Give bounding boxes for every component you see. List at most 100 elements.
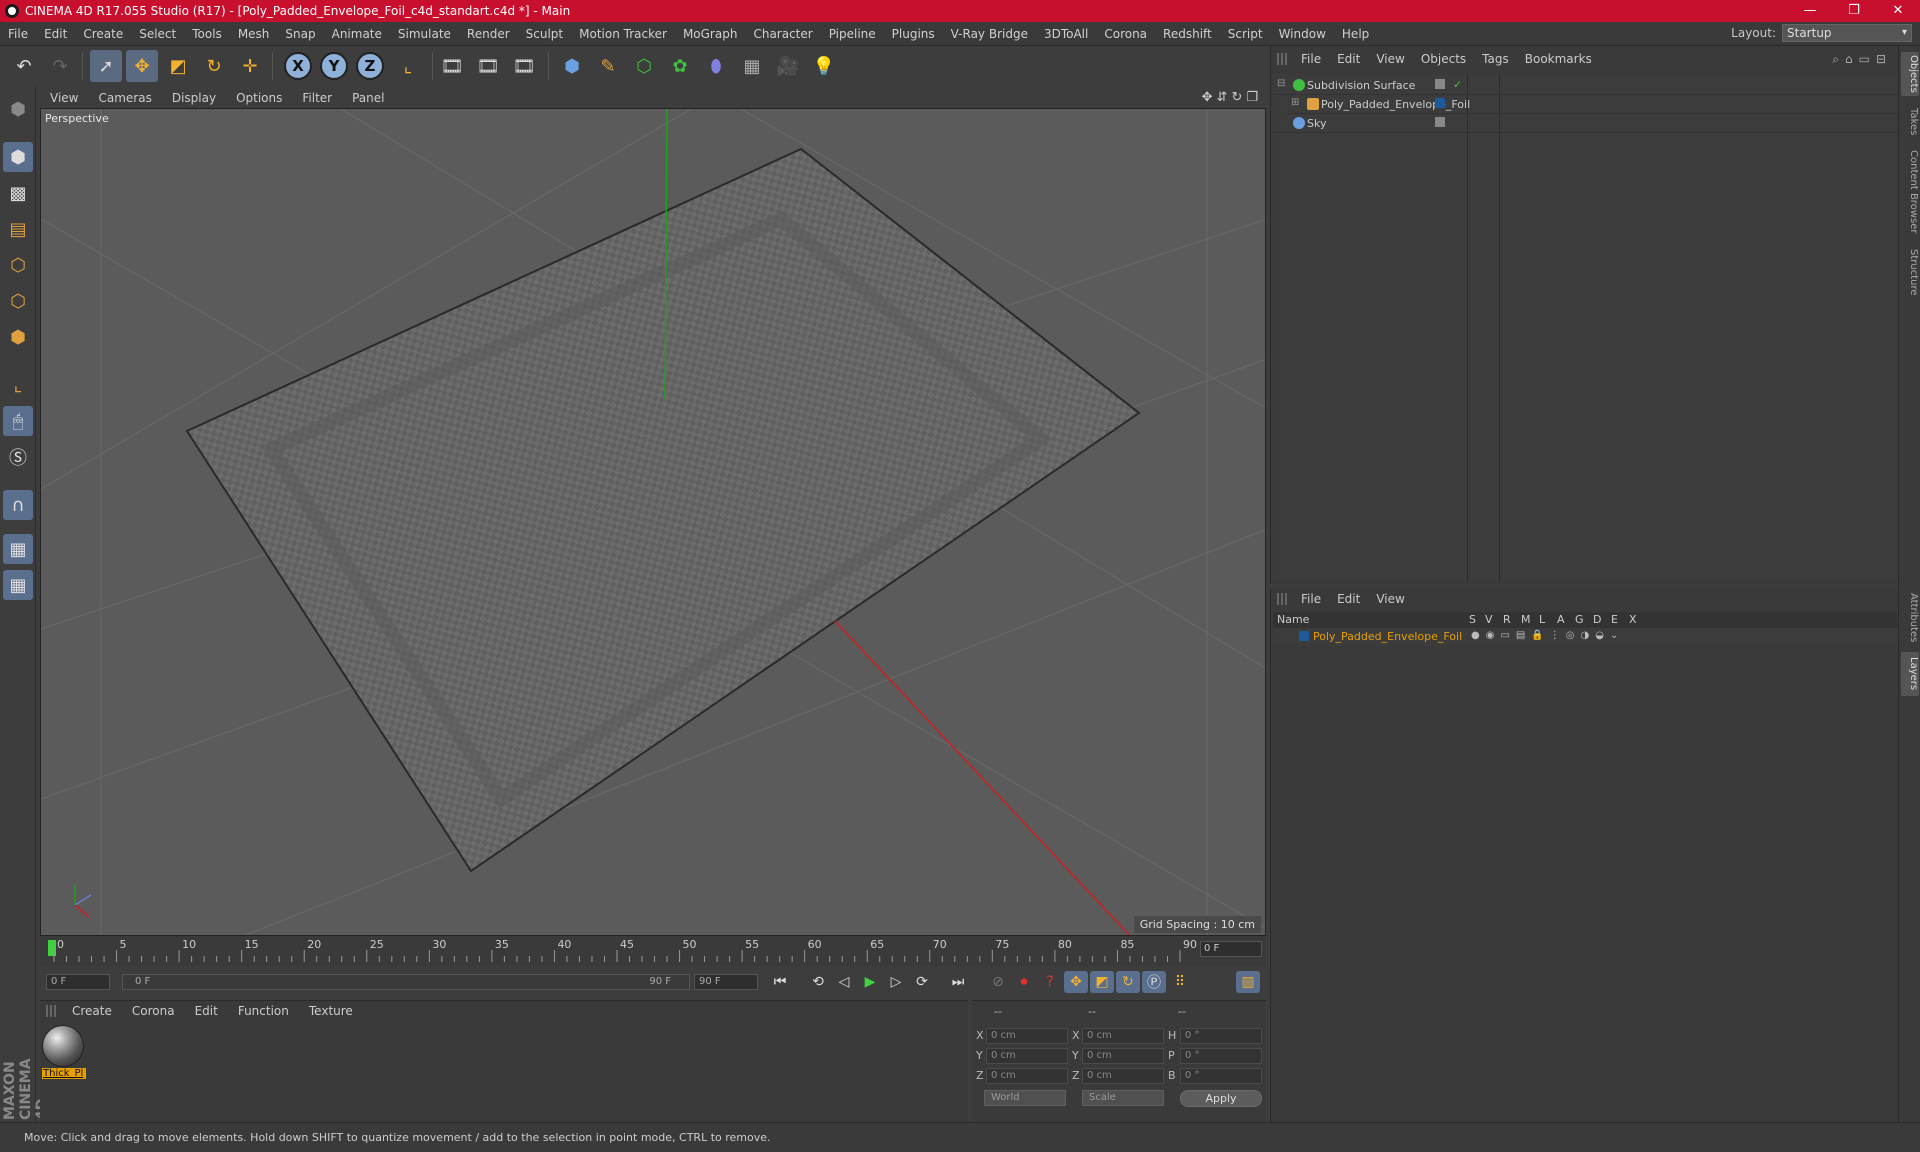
viewport-menu-cameras[interactable]: Cameras (88, 91, 161, 105)
viewport-menu-options[interactable]: Options (226, 91, 292, 105)
menu-plugins[interactable]: Plugins (884, 27, 943, 41)
rotation-h-field[interactable]: 0 ° (1180, 1028, 1262, 1044)
position-z-field[interactable]: 0 cm (986, 1068, 1068, 1084)
layer-color-icon[interactable] (1435, 98, 1445, 108)
current-frame-field[interactable]: 0 F (1200, 941, 1262, 957)
redo-icon[interactable]: ↷ (44, 50, 76, 82)
position-x-field[interactable]: 0 cm (986, 1028, 1068, 1044)
object-row-sky[interactable]: Sky (1273, 114, 1897, 133)
tab-attributes[interactable]: Attributes (1901, 590, 1919, 646)
goto-end-icon[interactable]: ⏭ (946, 971, 970, 993)
viewport-perspective[interactable]: Perspective Grid Spacing : 10 cm (40, 108, 1266, 936)
tweak-mode-icon[interactable]: 🖱 (3, 406, 33, 436)
points-mode-icon[interactable]: ⬡ (3, 250, 33, 280)
menu-create[interactable]: Create (75, 27, 131, 41)
menu-corona[interactable]: Corona (1096, 27, 1155, 41)
scale-icon[interactable]: ◩ (162, 50, 194, 82)
rotation-p-field[interactable]: 0 ° (1180, 1048, 1262, 1064)
viewport-menu-view[interactable]: View (40, 91, 88, 105)
menu-select[interactable]: Select (131, 27, 184, 41)
workplane-mode-icon[interactable]: ▤ (3, 214, 33, 244)
snapping-icon[interactable]: Ⓢ (3, 442, 33, 472)
menu-edit[interactable]: Edit (36, 27, 75, 41)
menu-help[interactable]: Help (1334, 27, 1377, 41)
axis-mode-icon[interactable]: ⌞ (3, 370, 33, 400)
object-menu-tags[interactable]: Tags (1474, 52, 1517, 66)
layer-menu-view[interactable]: View (1368, 592, 1412, 606)
subdivision-surface-icon[interactable]: ⬡ (628, 50, 660, 82)
tab-objects[interactable]: Objects (1901, 52, 1919, 96)
rotation-b-field[interactable]: 0 ° (1180, 1068, 1262, 1084)
menu-snap[interactable]: Snap (277, 27, 323, 41)
menu-motion-tracker[interactable]: Motion Tracker (571, 27, 675, 41)
keyframe-selection-icon[interactable]: ? (1038, 971, 1062, 993)
deformer-icon[interactable]: ⬮ (700, 50, 732, 82)
object-menu-edit[interactable]: Edit (1329, 52, 1368, 66)
pen-icon[interactable]: ✎ (592, 50, 624, 82)
panel-grip-icon[interactable] (1277, 593, 1289, 605)
object-row-envelope[interactable]: ⊞ Poly_Padded_Envelope_Foil (1287, 95, 1897, 114)
object-menu-view[interactable]: View (1368, 52, 1412, 66)
magnet-icon[interactable]: ∩ (3, 490, 33, 520)
key-position-icon[interactable]: ✥ (1064, 971, 1088, 993)
x-axis-lock-icon[interactable]: X (284, 52, 312, 80)
material-menu-edit[interactable]: Edit (185, 1004, 228, 1018)
layer-tag-icon[interactable] (1435, 79, 1445, 89)
collapse-icon[interactable]: ⊟ (1277, 78, 1285, 89)
workplane-lock-icon[interactable]: ▦ (3, 534, 33, 564)
y-axis-lock-icon[interactable]: Y (320, 52, 348, 80)
goto-start-icon[interactable]: ⏮ (768, 971, 792, 993)
render-picture-viewer-icon[interactable]: 🎞 (472, 50, 504, 82)
size-y-field[interactable]: 0 cm (1082, 1048, 1164, 1064)
material-menu-texture[interactable]: Texture (299, 1004, 363, 1018)
key-pla-icon[interactable]: ⠿ (1168, 971, 1192, 993)
coordinate-system-icon[interactable]: ⌞ (392, 50, 424, 82)
tab-layers[interactable]: Layers (1901, 652, 1919, 696)
object-menu-bookmarks[interactable]: Bookmarks (1517, 52, 1600, 66)
expand-icon[interactable]: ⊞ (1291, 97, 1299, 108)
polygons-mode-icon[interactable]: ⬢ (3, 322, 33, 352)
key-parameter-icon[interactable]: Ⓟ (1142, 971, 1166, 993)
live-selection-icon[interactable]: ➚ (90, 50, 122, 82)
layer-color-swatch[interactable] (1299, 631, 1309, 641)
tab-content-browser[interactable]: Content Browser (1901, 146, 1919, 238)
render-view-icon[interactable]: 🎞 (436, 50, 468, 82)
size-mode-dropdown[interactable]: Scale (1082, 1090, 1164, 1106)
layer-row[interactable]: Poly_Padded_Envelope_Foil ●◉▭▤🔒⋮◎◑◒⌄ (1273, 628, 1897, 646)
viewport-menu-filter[interactable]: Filter (292, 91, 342, 105)
coordinate-mode-dropdown[interactable]: World (984, 1090, 1066, 1106)
camera-icon[interactable]: 🎥 (772, 50, 804, 82)
timeline[interactable]: 0 5 10 15 20 25 30 35 40 45 50 55 60 65 70 75 80 85 90 0 F (40, 936, 1266, 966)
menu-3dtoall[interactable]: 3DToAll (1036, 27, 1096, 41)
menu-mesh[interactable]: Mesh (230, 27, 278, 41)
viewport-navigation-icons[interactable]: ✥⇵↻❐ (1202, 90, 1262, 105)
object-row-subdivision-surface[interactable]: ⊟ Subdivision Surface ✓ (1273, 76, 1897, 95)
floor-icon[interactable]: ▦ (736, 50, 768, 82)
goto-next-frame-icon[interactable]: ▷ (884, 971, 908, 993)
menu-simulate[interactable]: Simulate (390, 27, 459, 41)
menu-pipeline[interactable]: Pipeline (821, 27, 884, 41)
goto-next-key-icon[interactable]: ⟳ (910, 971, 934, 993)
cloner-icon[interactable]: ✿ (664, 50, 696, 82)
texture-mode-icon[interactable]: ▩ (3, 178, 33, 208)
model-mode-icon[interactable]: ⬢ (3, 142, 33, 172)
menu-script[interactable]: Script (1220, 27, 1271, 41)
undo-icon[interactable]: ↶ (8, 50, 40, 82)
workplane-grid-icon[interactable]: ▦ (3, 570, 33, 600)
object-manager-search-icon[interactable]: ⌕⌂▭⊟ (1832, 52, 1892, 67)
menu-vray-bridge[interactable]: V-Ray Bridge (943, 27, 1036, 41)
menu-tools[interactable]: Tools (184, 27, 230, 41)
layout-dropdown[interactable]: Startup (1782, 24, 1912, 42)
key-scale-icon[interactable]: ◩ (1090, 971, 1114, 993)
cube-icon[interactable]: ⬢ (556, 50, 588, 82)
close-button[interactable]: ✕ (1876, 0, 1920, 22)
frame-range-slider[interactable]: 0 F 90 F (122, 974, 690, 990)
tab-takes[interactable]: Takes (1901, 104, 1919, 140)
menu-sculpt[interactable]: Sculpt (518, 27, 571, 41)
maximize-button[interactable]: ❐ (1832, 0, 1876, 22)
z-axis-lock-icon[interactable]: Z (356, 52, 384, 80)
layer-toggle-icons[interactable]: ●◉▭▤🔒⋮◎◑◒⌄ (1471, 630, 1624, 641)
object-menu-file[interactable]: File (1293, 52, 1329, 66)
size-x-field[interactable]: 0 cm (1082, 1028, 1164, 1044)
edges-mode-icon[interactable]: ⬡ (3, 286, 33, 316)
